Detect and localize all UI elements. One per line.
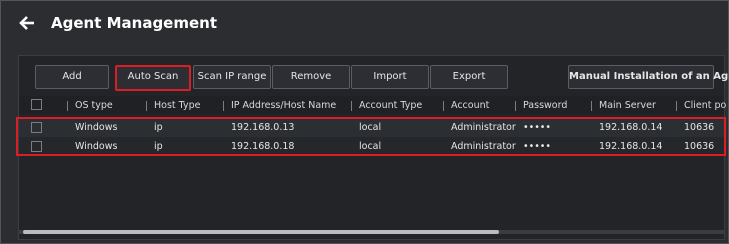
cell-main-server: 192.168.0.14: [599, 122, 663, 133]
header: Agent Management: [1, 1, 728, 45]
table-header: OS type Host Type IP Address/Host Name A…: [19, 96, 726, 114]
row-checkbox[interactable]: [31, 122, 42, 133]
cell-os-type: Windows: [75, 122, 118, 133]
column-os-type[interactable]: OS type: [67, 100, 113, 111]
cell-account: Administrator: [451, 122, 516, 133]
back-arrow-icon[interactable]: [19, 15, 35, 31]
column-account[interactable]: Account: [442, 100, 489, 111]
select-all-checkbox[interactable]: [31, 99, 42, 110]
import-button[interactable]: Import: [351, 65, 429, 89]
cell-password: •••••: [523, 141, 552, 152]
page-title: Agent Management: [51, 14, 218, 32]
manual-install-button[interactable]: Manual Installation of an Agent: [568, 65, 728, 89]
column-host-type[interactable]: Host Type: [145, 100, 200, 111]
cell-client-port: 10636: [684, 141, 715, 152]
column-account-type[interactable]: Account Type: [350, 100, 422, 111]
table-row[interactable]: Windows ip 192.168.0.18 local Administra…: [19, 137, 724, 156]
cell-os-type: Windows: [75, 141, 118, 152]
agent-panel: Add Auto Scan Scan IP range Remove Impor…: [16, 55, 728, 240]
cell-host-type: ip: [154, 141, 163, 152]
cell-account: Administrator: [451, 141, 516, 152]
scrollbar-thumb[interactable]: [23, 230, 499, 234]
cell-host-type: ip: [154, 122, 163, 133]
add-button[interactable]: Add: [35, 65, 109, 89]
row-checkbox[interactable]: [31, 141, 42, 152]
export-button[interactable]: Export: [430, 65, 508, 89]
cell-ip-address: 192.168.0.18: [231, 141, 295, 152]
cell-account-type: local: [359, 141, 382, 152]
column-client-port[interactable]: Client po: [675, 100, 726, 111]
agent-management-window: Agent Management Add Auto Scan Scan IP r…: [0, 0, 729, 244]
cell-account-type: local: [359, 122, 382, 133]
auto-scan-button[interactable]: Auto Scan: [115, 65, 191, 91]
column-ip-address[interactable]: IP Address/Host Name: [222, 100, 336, 111]
column-main-server[interactable]: Main Server: [591, 100, 656, 111]
column-password[interactable]: Password: [514, 100, 567, 111]
cell-main-server: 192.168.0.14: [599, 141, 663, 152]
remove-button[interactable]: Remove: [272, 65, 350, 89]
cell-password: •••••: [523, 122, 552, 133]
table-row[interactable]: Windows ip 192.168.0.13 local Administra…: [19, 118, 724, 137]
scan-ip-range-button[interactable]: Scan IP range: [193, 65, 271, 89]
cell-client-port: 10636: [684, 122, 715, 133]
horizontal-scrollbar[interactable]: [19, 230, 724, 234]
cell-ip-address: 192.168.0.13: [231, 122, 295, 133]
